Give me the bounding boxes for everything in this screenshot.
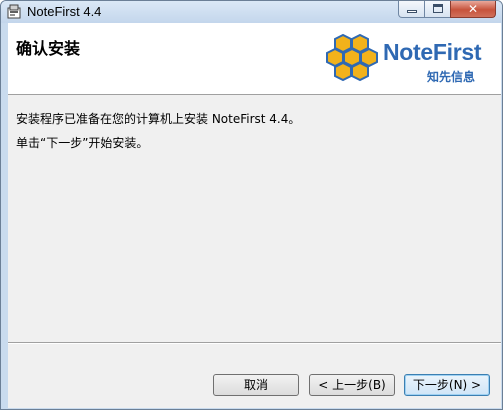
installer-window: NoteFirst 4.4 ✕ 确认安装 NoteFirst 知先信息 安装程序… xyxy=(0,0,503,410)
dialog-client: 确认安装 NoteFirst 知先信息 安装程序已准备在您的计算机上安装 Not… xyxy=(8,23,501,408)
dialog-header: 确认安装 NoteFirst 知先信息 xyxy=(8,23,501,95)
minimize-button[interactable] xyxy=(398,1,425,18)
page-title: 确认安装 xyxy=(16,39,81,58)
cancel-button[interactable]: 取消 xyxy=(213,374,299,396)
logo-subtitle: 知先信息 xyxy=(427,70,476,84)
instruction-message: 单击“下一步”开始安装。 xyxy=(16,136,149,150)
installer-app-icon xyxy=(7,4,21,19)
close-button[interactable]: ✕ xyxy=(450,1,496,18)
notefirst-logo: NoteFirst 知先信息 xyxy=(325,33,497,87)
maximize-icon xyxy=(433,4,443,13)
title-bar[interactable]: NoteFirst 4.4 ✕ xyxy=(1,1,502,23)
back-button[interactable]: < 上一步(B) xyxy=(309,374,395,396)
honeycomb-logo-icon xyxy=(326,33,378,82)
close-icon: ✕ xyxy=(467,2,479,16)
minimize-icon xyxy=(407,10,417,13)
logo-name: NoteFirst xyxy=(383,39,482,65)
ready-message: 安装程序已准备在您的计算机上安装 NoteFirst 4.4。 xyxy=(16,112,301,126)
next-button[interactable]: 下一步(N) > xyxy=(404,374,490,396)
maximize-button[interactable] xyxy=(424,1,451,18)
window-title: NoteFirst 4.4 xyxy=(27,4,102,19)
footer-divider xyxy=(8,342,501,344)
